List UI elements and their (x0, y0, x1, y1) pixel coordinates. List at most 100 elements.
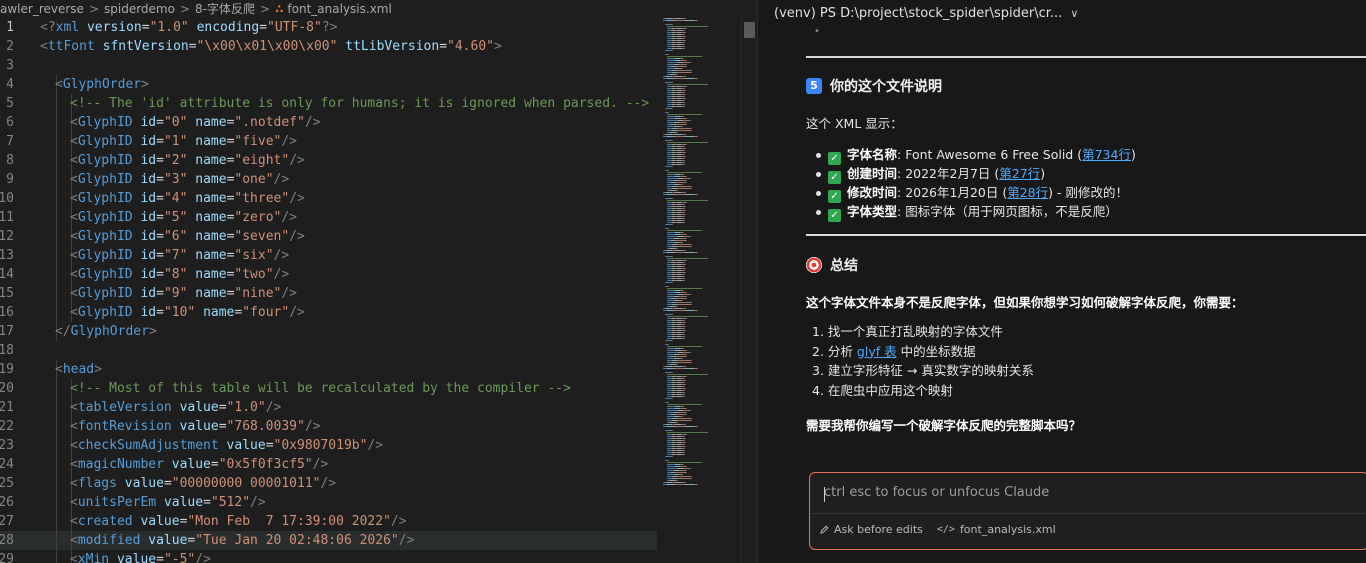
minimap-line (684, 328, 685, 329)
code-line[interactable]: 27 <created value="Mon Feb 7 17:39:00 202… (0, 512, 657, 531)
code-line[interactable]: 2 <ttFont sfntVersion="\x00\x01\x00\x00" … (0, 37, 657, 56)
minimap-line (685, 322, 686, 323)
code-token: "5" (163, 210, 188, 225)
code-line[interactable]: 10 <GlyphID id="4" name="three"/> (0, 189, 657, 208)
minimap-line (677, 302, 691, 303)
minimap-line (686, 466, 687, 467)
breadcrumb-item-file[interactable]: font_analysis.xml (287, 2, 391, 16)
edit-mode-button[interactable]: Ask before edits (820, 523, 923, 536)
chevron-down-icon[interactable]: ∨ (1070, 7, 1078, 20)
minimap-line (677, 190, 678, 191)
code-line[interactable]: 14 <GlyphID id="8" name="two"/> (0, 265, 657, 284)
code-token: < (70, 419, 78, 434)
code-token: "zero" (234, 210, 282, 225)
code-line[interactable]: 13 <GlyphID id="7" name="six"/> (0, 246, 657, 265)
code-line[interactable]: 26 <unitsPerEm value="512"/> (0, 493, 657, 512)
code-line[interactable]: 3 (0, 56, 657, 75)
minimap-line (677, 360, 691, 361)
minimap-line (685, 264, 686, 265)
code-line[interactable]: 9 <GlyphID id="3" name="one"/> (0, 170, 657, 189)
minimap-line (677, 476, 691, 477)
code-line[interactable]: 5 <!-- The 'id' attribute is only for hum… (0, 94, 657, 113)
breadcrumb-item-folder-3[interactable]: 8-字体反爬 (195, 0, 255, 17)
context-file-chip[interactable]: </> font_analysis.xml (937, 523, 1056, 536)
code-token: sfntVersion (102, 39, 189, 54)
code-line[interactable]: 28 <modified value="Tue Jan 20 02:48:06 2… (0, 531, 657, 550)
code-editor[interactable]: 1 <?xml version="1.0" encoding="UTF-8"?> 2… (0, 18, 657, 563)
code-line[interactable]: 12 <GlyphID id="6" name="seven"/> (0, 227, 657, 246)
code-line[interactable]: 1 <?xml version="1.0" encoding="UTF-8"?> (0, 18, 657, 37)
minimap-line (668, 234, 675, 235)
code-line[interactable]: 29 <xMin value="-5"/> (0, 550, 657, 563)
line-reference-link[interactable]: 第28行 (1007, 185, 1048, 200)
code-token: = (218, 419, 227, 434)
code-token: value (179, 419, 219, 434)
glyf-table-link[interactable]: glyf 表 (857, 344, 897, 359)
input-divider (810, 513, 1366, 514)
step-number: 2. (812, 343, 824, 359)
code-token: < (70, 476, 78, 491)
code-line[interactable]: 23 <checkSumAdjustment value="0x9807019b"… (0, 436, 657, 455)
code-text: <unitsPerEm value="512"/> (70, 493, 266, 512)
code-line[interactable]: 25 <flags value="00000000 00001011"/> (0, 474, 657, 493)
minimap-line (679, 412, 686, 413)
panel-header[interactable]: (venv) PS D:\project\stock_spider\spider… (774, 6, 1078, 26)
minimap-line (697, 252, 698, 253)
code-token: < (70, 533, 78, 548)
code-line[interactable]: 4 <GlyphOrder> (0, 75, 657, 94)
code-line[interactable]: 22 <fontRevision value="768.0039"/> (0, 417, 657, 436)
code-line[interactable]: 6 <GlyphID id="0" name=".notdef"/> (0, 113, 657, 132)
minimap-line (686, 28, 687, 29)
minimap-line (684, 160, 685, 161)
chat-input-box[interactable]: ctrl esc to focus or unfocus Claude Ask … (809, 472, 1366, 550)
breadcrumb-item-folder-1[interactable]: awler_reverse (0, 2, 84, 16)
minimap[interactable] (657, 18, 741, 563)
code-line[interactable]: 16 <GlyphID id="10" name="four"/> (0, 303, 657, 322)
minimap-line (686, 238, 687, 239)
minimap-line (667, 26, 708, 27)
minimap-line (684, 88, 685, 89)
code-text: <GlyphID id="8" name="two"/> (70, 265, 289, 284)
code-token: < (70, 438, 78, 453)
minimap-line (690, 178, 691, 179)
code-token: value (148, 533, 188, 548)
indent-guide (56, 208, 57, 227)
input-footer: Ask before edits </> font_analysis.xml (820, 523, 1070, 536)
line-reference-link[interactable]: 第734行 (1082, 147, 1131, 162)
minimap-line (667, 56, 702, 57)
minimap-line (672, 314, 673, 315)
code-line[interactable]: 19 <head> (0, 360, 657, 379)
indent-guide (56, 303, 57, 322)
minimap-line (685, 388, 686, 389)
minimap-line (686, 194, 693, 195)
list-item: ✓ 修改时间: 2026年1月20日 (第28行) - 刚修改的！ (806, 183, 1136, 203)
minimap-line (683, 236, 690, 237)
code-line[interactable]: 17 </GlyphOrder> (0, 322, 657, 341)
minimap-line (684, 44, 685, 45)
breadcrumb-item-folder-2[interactable]: spiderdemo (104, 2, 175, 16)
code-line[interactable]: 11 <GlyphID id="5" name="zero"/> (0, 208, 657, 227)
minimap-line (672, 166, 673, 167)
editor-scrollbar[interactable] (741, 18, 755, 563)
pencil-icon (820, 525, 829, 534)
code-line[interactable]: 20 <!-- Most of this table will be recalc… (0, 379, 657, 398)
code-line[interactable]: 8 <GlyphID id="2" name="eight"/> (0, 151, 657, 170)
file-info-list: ✓ 字体名称: Font Awesome 6 Free Solid (第734行)… (806, 145, 1136, 222)
code-line[interactable]: 18 (0, 341, 657, 360)
chat-input[interactable]: ctrl esc to focus or unfocus Claude (824, 485, 1049, 500)
code-line[interactable]: 21 <tableVersion value="1.0"/> (0, 398, 657, 417)
minimap-line (686, 176, 687, 177)
scrollbar-thumb[interactable] (744, 22, 755, 38)
code-line[interactable]: 15 <GlyphID id="9" name="nine"/> (0, 284, 657, 303)
code-line[interactable]: 7 <GlyphID id="1" name="five"/> (0, 132, 657, 151)
code-line[interactable]: 24 <magicNumber value="0x5f0f3cf5"/> (0, 455, 657, 474)
minimap-line (684, 204, 685, 205)
minimap-line (691, 420, 692, 421)
code-text: <tableVersion value="1.0"/> (70, 398, 281, 417)
minimap-line (684, 274, 685, 275)
line-reference-link[interactable]: 第27行 (999, 166, 1040, 181)
minimap-line (686, 260, 687, 261)
code-token: "\x00\x01\x00\x00" (196, 39, 338, 54)
code-token: "00000000 00001011" (171, 476, 321, 491)
line-number: 22 (0, 419, 14, 434)
